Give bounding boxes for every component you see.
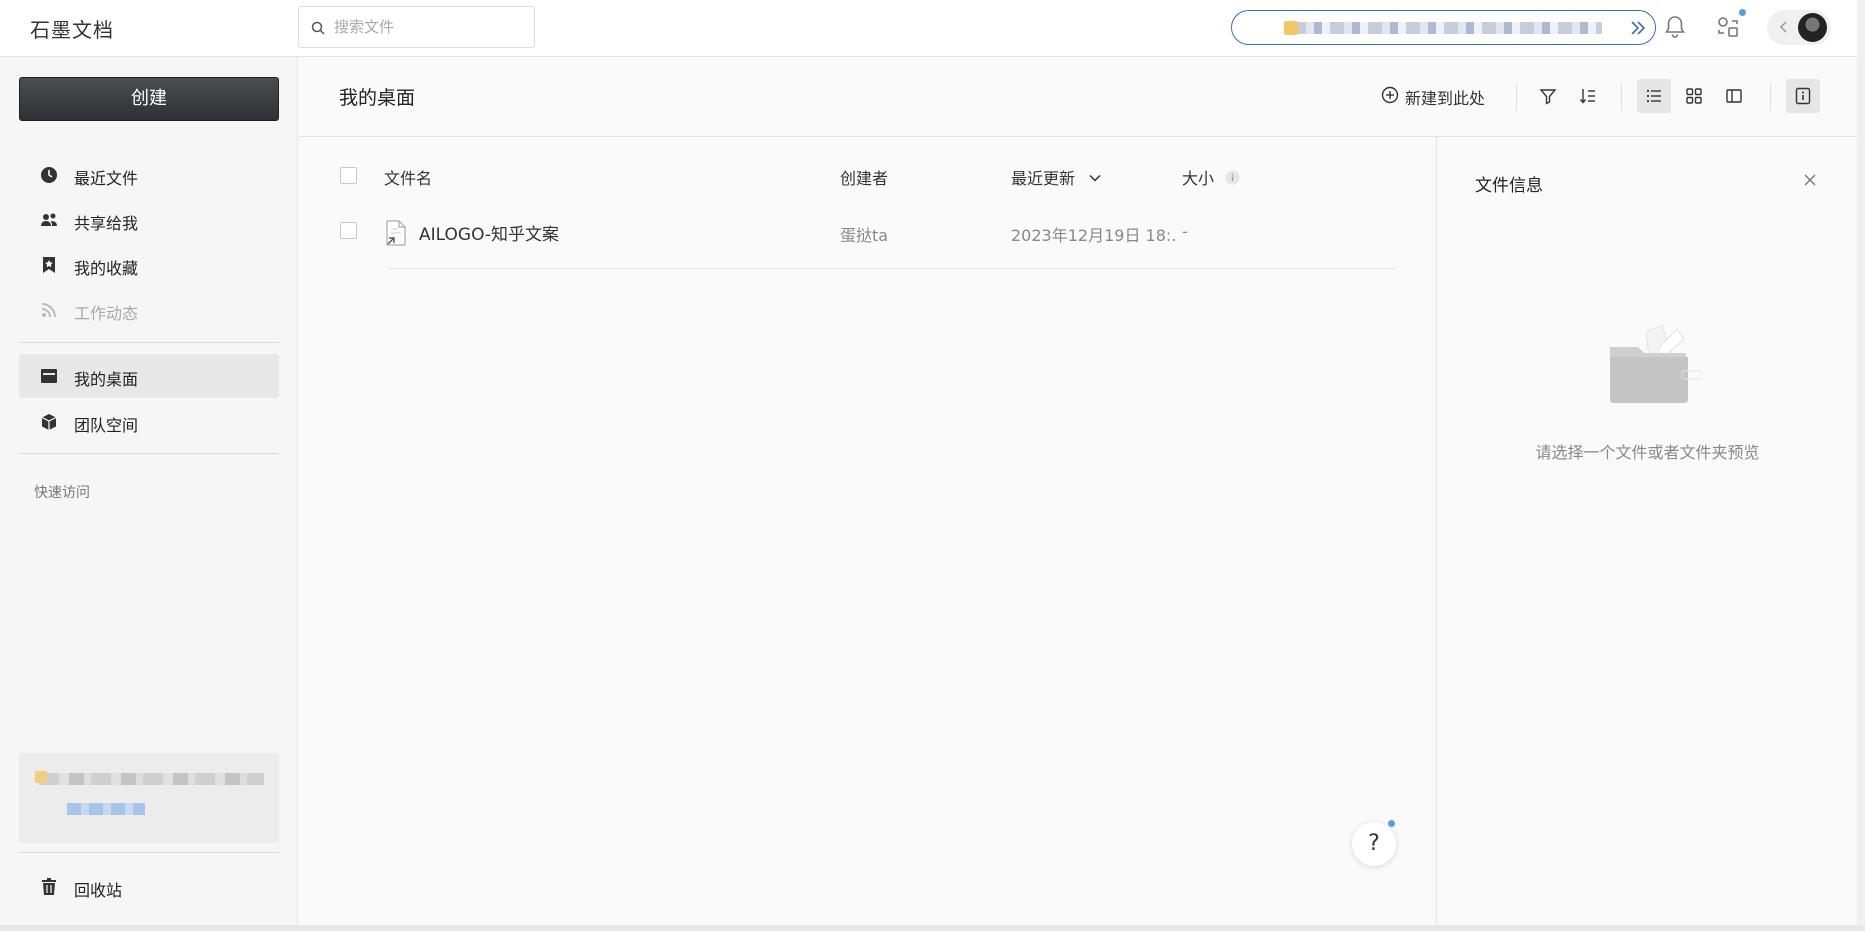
column-header-name[interactable]: 文件名	[384, 165, 432, 189]
main-header: 我的桌面 新建到此处	[299, 57, 1865, 137]
list-view-button[interactable]	[1637, 79, 1671, 113]
info-circle-icon[interactable]	[1225, 170, 1240, 185]
help-button[interactable]: ?	[1352, 822, 1396, 866]
sidebar-item-label: 我的桌面	[74, 370, 139, 389]
search-icon	[311, 21, 325, 35]
sidebar-item-label: 共享给我	[74, 214, 139, 233]
notification-dot	[1739, 9, 1746, 16]
document-shortcut-icon	[386, 220, 406, 246]
sidebar-layout-icon	[1726, 89, 1742, 103]
trash-icon	[42, 878, 56, 895]
sort-button[interactable]	[1571, 79, 1605, 113]
user-menu[interactable]	[1767, 10, 1831, 45]
empty-folder-icon	[1610, 324, 1702, 403]
sidebar-item-label: 工作动态	[74, 304, 139, 323]
info-panel-toggle[interactable]	[1786, 79, 1820, 113]
file-info-panel: 文件信息 请选择一个文件或者文件夹预览	[1436, 137, 1857, 927]
file-size: -	[1182, 222, 1188, 241]
search-box[interactable]	[298, 6, 535, 48]
sidebar-item-recent[interactable]: 最近文件	[19, 153, 279, 197]
split-view-button[interactable]	[1717, 79, 1751, 113]
grid-view-icon	[1686, 88, 1702, 104]
row-checkbox[interactable]	[340, 222, 357, 239]
bell-icon[interactable]	[1661, 13, 1689, 41]
window-bottom-edge	[0, 925, 1865, 931]
list-view-icon	[1646, 89, 1661, 103]
quick-access-label: 快速访问	[34, 485, 90, 501]
avatar[interactable]	[1798, 13, 1827, 42]
promo-banner[interactable]	[1231, 10, 1656, 45]
bookmark-icon	[43, 257, 55, 273]
file-creator: 蛋挞ta	[840, 226, 889, 245]
filter-button[interactable]	[1531, 79, 1565, 113]
sidebar-promo-card[interactable]	[19, 753, 279, 843]
help-notification-dot	[1388, 820, 1395, 827]
switch-workspace-icon[interactable]	[1714, 13, 1742, 41]
users-icon	[41, 213, 57, 226]
toolbar-divider	[1516, 83, 1517, 111]
promo-link-blurred[interactable]	[67, 803, 145, 815]
clock-icon	[41, 167, 57, 183]
grid-view-button[interactable]	[1677, 79, 1711, 113]
sidebar-divider	[19, 453, 279, 454]
promo-text-blurred	[35, 771, 264, 785]
create-button[interactable]: 创建	[19, 77, 279, 121]
select-all-checkbox[interactable]	[340, 167, 357, 184]
sidebar-item-label: 最近文件	[74, 169, 139, 188]
sidebar-item-label: 团队空间	[74, 416, 139, 435]
sidebar-item-team-space[interactable]: 团队空间	[19, 400, 279, 444]
close-icon[interactable]	[1803, 173, 1817, 187]
sidebar-divider	[19, 852, 279, 853]
rss-icon	[41, 303, 56, 318]
info-panel-empty-text: 请选择一个文件或者文件夹预览	[1535, 443, 1760, 462]
column-header-updated[interactable]: 最近更新	[1011, 165, 1102, 189]
banner-text-blurred	[1284, 21, 1602, 35]
column-header-size-label: 大小	[1182, 169, 1215, 188]
sidebar-item-activity[interactable]: 工作动态	[19, 288, 279, 332]
page-title: 我的桌面	[339, 87, 416, 109]
sidebar: 创建 最近文件 共享给我 我的收藏 工作动态 我的桌面 团队空间 快速访问 回收…	[0, 57, 298, 927]
chevron-down-icon	[1089, 174, 1101, 182]
desktop-icon	[41, 369, 57, 383]
column-header-size[interactable]: 大小	[1182, 165, 1240, 189]
app-logo[interactable]: 石墨文档	[30, 14, 114, 43]
new-here-label: 新建到此处	[1405, 89, 1486, 108]
info-icon	[1795, 87, 1811, 105]
sidebar-divider	[19, 342, 279, 343]
window-edge	[1857, 0, 1865, 931]
file-name[interactable]: AILOGO-知乎文案	[419, 220, 559, 245]
chevron-left-icon	[1779, 21, 1787, 33]
info-panel-title: 文件信息	[1475, 176, 1543, 196]
sidebar-item-label: 回收站	[74, 881, 123, 900]
filter-icon	[1539, 89, 1557, 105]
search-input[interactable]	[332, 15, 527, 39]
column-header-creator[interactable]: 创建者	[840, 165, 888, 189]
sidebar-item-favorites[interactable]: 我的收藏	[19, 243, 279, 287]
plus-circle-icon	[1381, 86, 1399, 104]
sidebar-item-desktop[interactable]: 我的桌面	[19, 354, 279, 398]
row-divider	[387, 268, 1397, 269]
file-updated: 2023年12月19日 18:…	[1011, 226, 1176, 245]
help-label: ?	[1368, 831, 1380, 856]
column-header-updated-label: 最近更新	[1011, 169, 1076, 188]
double-chevron-right-icon	[1631, 21, 1646, 35]
top-bar: 石墨文档	[0, 0, 1865, 57]
toolbar-divider	[1770, 83, 1771, 111]
toolbar-divider	[1621, 83, 1622, 111]
sort-icon	[1579, 89, 1595, 104]
sidebar-item-trash[interactable]: 回收站	[19, 865, 279, 909]
sidebar-item-label: 我的收藏	[74, 259, 139, 278]
cube-icon	[41, 414, 57, 430]
sidebar-item-shared[interactable]: 共享给我	[19, 198, 279, 242]
